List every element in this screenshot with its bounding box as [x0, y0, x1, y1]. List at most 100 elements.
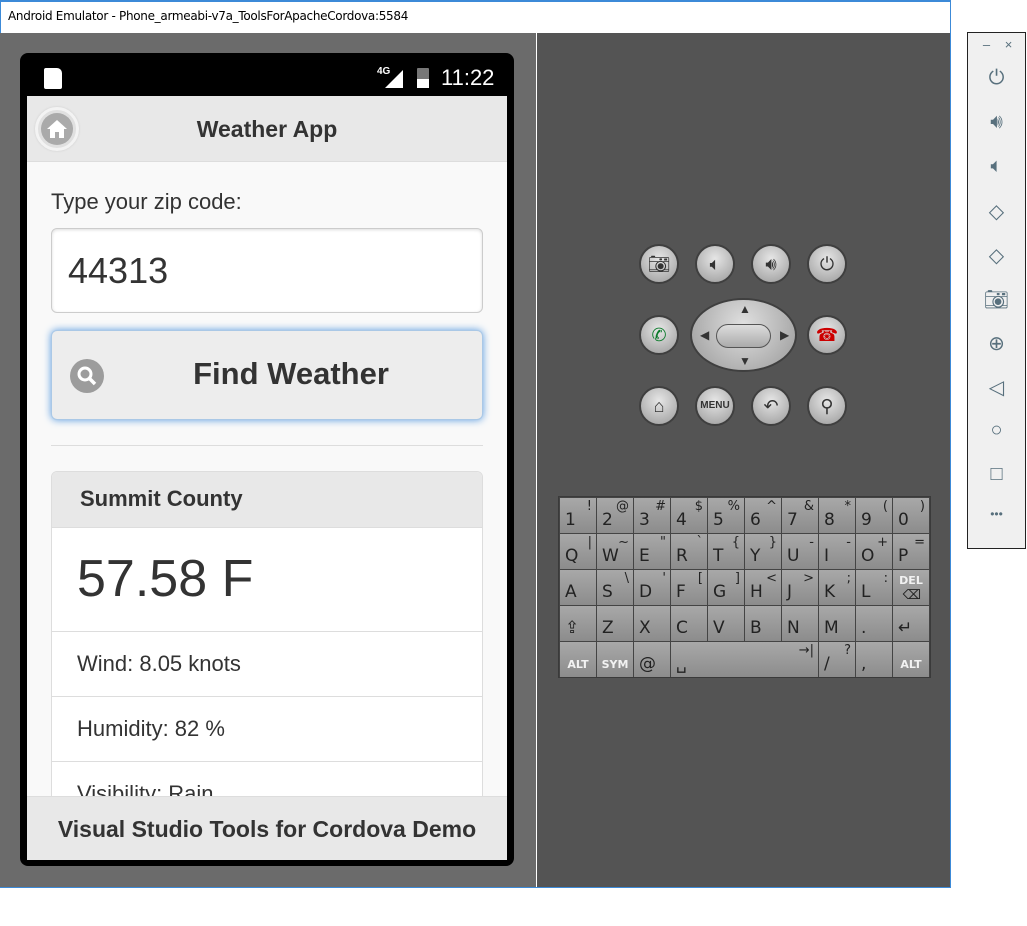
humidity: Humidity: 82 %	[52, 697, 482, 762]
county-name: Summit County	[52, 472, 482, 528]
rotate-right-icon[interactable]: ◇	[968, 243, 1025, 268]
key-4[interactable]: 4 $	[671, 498, 707, 533]
key-,[interactable]: ,	[856, 642, 892, 677]
key-secondary-label: %	[727, 499, 740, 514]
key-V[interactable]: V	[708, 606, 744, 641]
key-⇪[interactable]: ⇪	[560, 606, 596, 641]
dpad[interactable]: ▲ ▼ ◀ ▶	[690, 298, 797, 372]
back-icon: ↶	[763, 396, 779, 416]
key-␣[interactable]: ␣ →|	[671, 642, 818, 677]
key-label: ␣	[676, 654, 687, 674]
key-Z[interactable]: Z	[597, 606, 633, 641]
search-icon: ⚲	[820, 396, 834, 416]
key-T[interactable]: T{	[708, 534, 744, 569]
key-ALT[interactable]: ALT	[893, 642, 929, 677]
find-weather-button[interactable]: Find Weather	[51, 330, 483, 420]
key-label: 6	[750, 510, 761, 530]
key-label: 0	[898, 510, 909, 530]
key-O[interactable]: O +	[856, 534, 892, 569]
key-label: ALT	[900, 658, 922, 671]
key-D[interactable]: D '	[634, 570, 670, 605]
key-R[interactable]: R `	[671, 534, 707, 569]
dpad-up[interactable]: ▲	[739, 302, 751, 316]
dpad-right[interactable]: ▶	[780, 328, 789, 342]
key-label: 5	[713, 510, 724, 530]
key-label: V	[713, 618, 725, 638]
key-label: K	[824, 582, 836, 602]
key-label: 3	[639, 510, 650, 530]
dpad-center[interactable]	[716, 324, 771, 348]
key-B[interactable]: B	[745, 606, 781, 641]
key-H[interactable]: H <	[745, 570, 781, 605]
key-@[interactable]: @	[634, 642, 670, 677]
screenshot-icon[interactable]: 📷︎	[968, 287, 1025, 312]
power-button[interactable]: ⏻	[807, 244, 847, 284]
home-circle-icon[interactable]: ○	[968, 419, 1025, 442]
dpad-left[interactable]: ◀	[700, 328, 709, 342]
zoom-icon[interactable]: ⊕	[968, 331, 1025, 356]
key-A[interactable]: A	[560, 570, 596, 605]
volume-down-icon[interactable]: 🔈︎	[968, 155, 1025, 178]
key-K[interactable]: K;	[819, 570, 855, 605]
power-icon: ⏻	[819, 254, 835, 274]
key-L[interactable]: L:	[856, 570, 892, 605]
key-↵[interactable]: ↵	[893, 606, 929, 641]
menu-button[interactable]: MENU	[695, 386, 735, 426]
key-2[interactable]: 2 @	[597, 498, 633, 533]
key-8[interactable]: 8 *	[819, 498, 855, 533]
key-SYM[interactable]: SYM	[597, 642, 633, 677]
key-label: Z	[602, 618, 614, 638]
back-button[interactable]: ↶	[751, 386, 791, 426]
key-F[interactable]: F[	[671, 570, 707, 605]
end-call-button[interactable]: ☎	[807, 315, 847, 355]
key-J[interactable]: J >	[782, 570, 818, 605]
camera-button[interactable]: 📷︎	[639, 244, 679, 284]
key-3[interactable]: 3 #	[634, 498, 670, 533]
more-button[interactable]: •••	[968, 507, 1025, 521]
key-S[interactable]: S \	[597, 570, 633, 605]
dpad-down[interactable]: ▼	[739, 354, 751, 368]
key-secondary-label: [	[697, 571, 703, 586]
key-E[interactable]: E "	[634, 534, 670, 569]
back-icon[interactable]: ◁	[968, 375, 1025, 400]
key-0[interactable]: 0)	[893, 498, 929, 533]
key-ALT[interactable]: ALT	[560, 642, 596, 677]
key-Y[interactable]: Y}	[745, 534, 781, 569]
key-label: H	[750, 582, 763, 602]
volume-up-button[interactable]: 🔊︎	[751, 244, 791, 284]
key-C[interactable]: C	[671, 606, 707, 641]
volume-up-icon[interactable]: 🔊︎	[968, 111, 1025, 134]
key-secondary-label: ]	[734, 571, 740, 586]
camera-icon: 📷︎	[647, 254, 671, 274]
key-secondary-label: $	[694, 499, 703, 514]
key-.[interactable]: .	[856, 606, 892, 641]
home-hw-button[interactable]: ⌂	[639, 386, 679, 426]
key-1[interactable]: 1!	[560, 498, 596, 533]
search-icon	[70, 359, 104, 393]
key-P[interactable]: P =	[893, 534, 929, 569]
key-I[interactable]: I-	[819, 534, 855, 569]
key-9[interactable]: 9(	[856, 498, 892, 533]
key-U[interactable]: U-	[782, 534, 818, 569]
search-hw-button[interactable]: ⚲	[807, 386, 847, 426]
key-/[interactable]: /?	[819, 642, 855, 677]
key-6[interactable]: 6 ^	[745, 498, 781, 533]
overview-icon[interactable]: □	[968, 463, 1025, 486]
power-icon[interactable]: ⏻	[968, 67, 1025, 90]
key-7[interactable]: 7 &	[782, 498, 818, 533]
key-W[interactable]: W ~	[597, 534, 633, 569]
key-N[interactable]: N	[782, 606, 818, 641]
zip-input[interactable]	[51, 228, 483, 313]
key-X[interactable]: X	[634, 606, 670, 641]
key-5[interactable]: 5%	[708, 498, 744, 533]
close-button[interactable]: ×	[980, 37, 1027, 52]
key-DEL[interactable]: DEL ⌫	[893, 570, 929, 605]
key-Q[interactable]: Q |	[560, 534, 596, 569]
rotate-left-icon[interactable]: ◇	[968, 199, 1025, 224]
call-button[interactable]: ✆	[639, 315, 679, 355]
key-G[interactable]: G]	[708, 570, 744, 605]
key-M[interactable]: M	[819, 606, 855, 641]
key-label: L	[861, 582, 871, 602]
phone-icon: ✆	[651, 325, 667, 345]
volume-down-button[interactable]: 🔈︎	[695, 244, 735, 284]
